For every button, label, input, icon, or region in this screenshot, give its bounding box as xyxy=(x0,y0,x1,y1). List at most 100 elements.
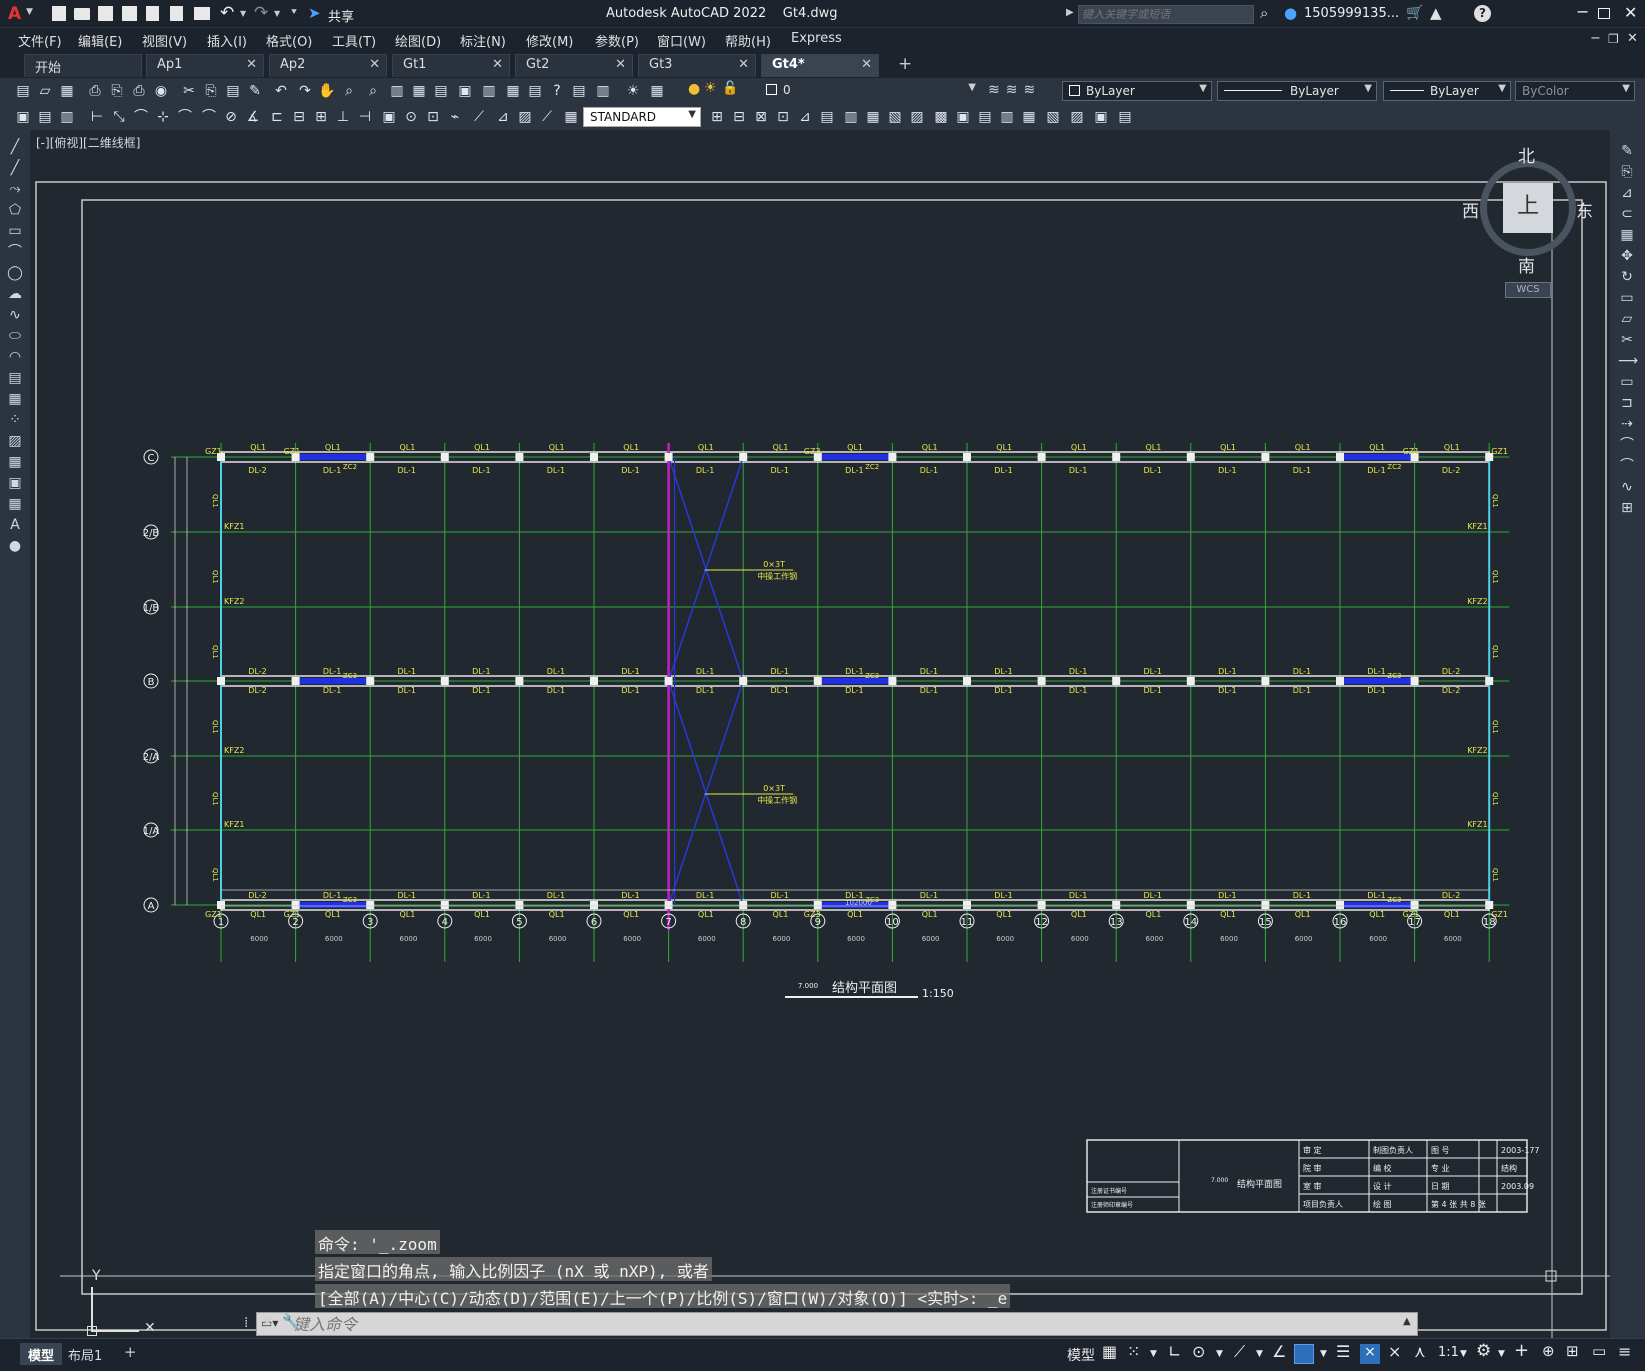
viewcube-west[interactable]: 西 xyxy=(1462,197,1479,222)
line-icon[interactable]: ╱ xyxy=(6,138,24,156)
menu-tools[interactable]: 工具(T) xyxy=(332,31,376,50)
dim-text-edit-icon[interactable]: ⊡ xyxy=(424,108,442,126)
close-tab-icon[interactable]: ✕ xyxy=(246,57,257,72)
dim-space-icon[interactable]: ⊏ xyxy=(268,108,286,126)
construction-line-icon[interactable]: ╱ xyxy=(6,159,24,177)
chevron-up-icon[interactable]: ▲ xyxy=(1403,1316,1411,1327)
menu-help[interactable]: 帮助(H) xyxy=(725,31,771,50)
orbit-icon[interactable]: ▨ xyxy=(1068,108,1086,126)
quick-properties-icon[interactable]: ⊞ xyxy=(1566,1342,1579,1360)
minimize-icon[interactable]: − xyxy=(1576,2,1589,21)
isodraft-icon[interactable]: ⟋ xyxy=(1234,1342,1245,1362)
menu-format[interactable]: 格式(O) xyxy=(266,31,312,50)
doc-close-icon[interactable]: ✕ xyxy=(1627,31,1638,46)
pan-icon[interactable]: ✋ xyxy=(318,82,336,100)
solid-icon[interactable]: ⟋ xyxy=(538,108,556,126)
close-icon[interactable]: ✕ xyxy=(1624,3,1637,22)
linetype-select[interactable]: ByLayer ▼ xyxy=(1217,81,1377,101)
join-icon[interactable]: ⊐ xyxy=(1618,394,1636,412)
dim-break-icon[interactable]: ⊟ xyxy=(290,108,308,126)
bulb-icon[interactable]: ● xyxy=(688,81,700,97)
saveas-icon[interactable] xyxy=(122,6,137,21)
copy-icon[interactable]: ⎘ xyxy=(1618,163,1636,181)
annotation-autoscale-icon[interactable]: ⨯ xyxy=(1388,1342,1401,1361)
close-tab-icon[interactable]: ✕ xyxy=(861,57,872,72)
array-icon[interactable]: ▦ xyxy=(1618,226,1636,244)
dim-baseline-icon[interactable]: ⊿ xyxy=(796,108,814,126)
chevron-down-icon[interactable]: ▼ xyxy=(26,7,33,17)
search-input[interactable] xyxy=(1078,5,1254,24)
extend-icon[interactable]: ⟶ xyxy=(1618,352,1638,370)
circle-icon[interactable]: ◯ xyxy=(6,264,24,282)
quick-dim-icon[interactable]: ⌒ xyxy=(200,108,218,126)
tool-palette-icon[interactable]: ▤ xyxy=(432,82,450,100)
region-icon[interactable]: ▣ xyxy=(6,474,24,492)
workspace-gear-icon[interactable]: ⚙ xyxy=(1476,1341,1491,1361)
save-icon[interactable] xyxy=(98,6,113,21)
search-chevron-icon[interactable]: ▶ xyxy=(1066,7,1074,18)
layer-tools[interactable]: ≋≋≋ xyxy=(988,82,1048,100)
customize-icon[interactable]: ⯆ xyxy=(290,7,298,18)
dim-edit-icon[interactable]: ▤ xyxy=(976,108,994,126)
redo-icon[interactable]: ↷ xyxy=(254,3,268,23)
insert-block-icon[interactable]: ▤ xyxy=(6,369,24,387)
dim-aligned-icon[interactable]: ▤ xyxy=(36,108,54,126)
polygon-icon[interactable]: ⬠ xyxy=(6,201,24,219)
dim-break-icon[interactable]: ▦ xyxy=(864,108,882,126)
ucs-icon[interactable]: ⟋ xyxy=(470,108,488,126)
fillet-icon[interactable]: ⌒ xyxy=(1618,457,1636,475)
plotstyle-select[interactable]: ByColor ▼ xyxy=(1515,81,1635,101)
table-icon[interactable]: ▦ xyxy=(6,495,24,513)
grid-icon[interactable]: ▦ xyxy=(1102,1342,1117,1361)
erase-icon[interactable]: ✎ xyxy=(1618,142,1636,160)
annotation-scale-icon[interactable]: ⋏ xyxy=(1414,1342,1426,1361)
polyline-icon[interactable]: ⤳ xyxy=(6,180,24,198)
tab-gt3[interactable]: Gt3 ✕ xyxy=(638,54,756,77)
viewcube-south[interactable]: 南 xyxy=(1518,252,1535,277)
help-icon[interactable]: ? xyxy=(548,82,566,100)
menu-insert[interactable]: 插入(I) xyxy=(207,31,247,50)
help-icon[interactable]: ? xyxy=(1474,5,1491,22)
doc-minimize-icon[interactable]: − xyxy=(1590,31,1601,46)
revcloud-icon[interactable]: ☁ xyxy=(6,285,24,303)
preview-icon[interactable]: ⎘ xyxy=(108,82,126,100)
new-tab-icon[interactable]: + xyxy=(898,54,912,74)
tab-ap2[interactable]: Ap2 ✕ xyxy=(269,54,387,77)
osnap-icon[interactable] xyxy=(1294,1344,1314,1364)
close-tab-icon[interactable]: ✕ xyxy=(738,57,749,72)
print-icon[interactable] xyxy=(194,7,210,20)
chevron-down-icon[interactable]: ▼ xyxy=(274,9,280,18)
ucs-icon[interactable]: ▧ xyxy=(1044,108,1062,126)
dim-radius-icon[interactable]: ⤡ xyxy=(110,108,128,126)
tolerance-icon[interactable]: ⊞ xyxy=(312,108,330,126)
chevron-down-icon[interactable]: ▼ xyxy=(1150,1349,1157,1359)
close-tab-icon[interactable]: ✕ xyxy=(369,57,380,72)
break-icon[interactable]: ▭ xyxy=(1618,373,1636,391)
chevron-down-icon[interactable]: ▼ xyxy=(1498,1349,1505,1359)
chevron-down-icon[interactable]: ▼ xyxy=(1216,1349,1223,1359)
mtext-icon[interactable]: A xyxy=(6,516,24,534)
viewcube-east[interactable]: 东 xyxy=(1576,197,1593,222)
wcs-menu[interactable]: WCS xyxy=(1505,282,1551,298)
zoom-realtime-icon[interactable]: ⌕ xyxy=(340,82,358,100)
dim-angular-icon[interactable]: ⊠ xyxy=(752,108,770,126)
new-icon[interactable]: ▤ xyxy=(14,82,32,100)
ortho-icon[interactable]: ∟ xyxy=(1168,1342,1181,1361)
clean-screen-icon[interactable]: ▭ xyxy=(1592,1342,1606,1360)
dim-jogged-icon[interactable]: ⌒ xyxy=(132,108,150,126)
textstyle-select[interactable]: STANDARD ▼ xyxy=(583,107,701,127)
lineweight-icon[interactable]: ☰ xyxy=(1336,1342,1350,1361)
close-tab-icon[interactable]: ✕ xyxy=(615,57,626,72)
menu-file[interactable]: 文件(F) xyxy=(18,31,62,50)
snap-icon[interactable]: ⁙ xyxy=(1127,1342,1140,1361)
add-icon[interactable]: + xyxy=(1514,1340,1529,1361)
menu-express[interactable]: Express xyxy=(791,31,842,46)
view-icon[interactable]: ▣ xyxy=(1092,108,1110,126)
move-icon[interactable]: ✥ xyxy=(1618,247,1636,265)
ellipse-arc-icon[interactable]: ◠ xyxy=(6,348,24,366)
dim-edit-icon[interactable]: ⊙ xyxy=(402,108,420,126)
layout-tab-layout1[interactable]: 布局1 xyxy=(68,1345,102,1364)
arc-icon[interactable]: ⌒ xyxy=(6,243,24,261)
drawing-canvas[interactable]: [-][俯视][二维线框] QL1 DL-2 DL-2 DL-2 DL-2 QL1 6000… xyxy=(30,130,1610,1338)
break-point-icon[interactable]: ⇢ xyxy=(1618,415,1636,433)
